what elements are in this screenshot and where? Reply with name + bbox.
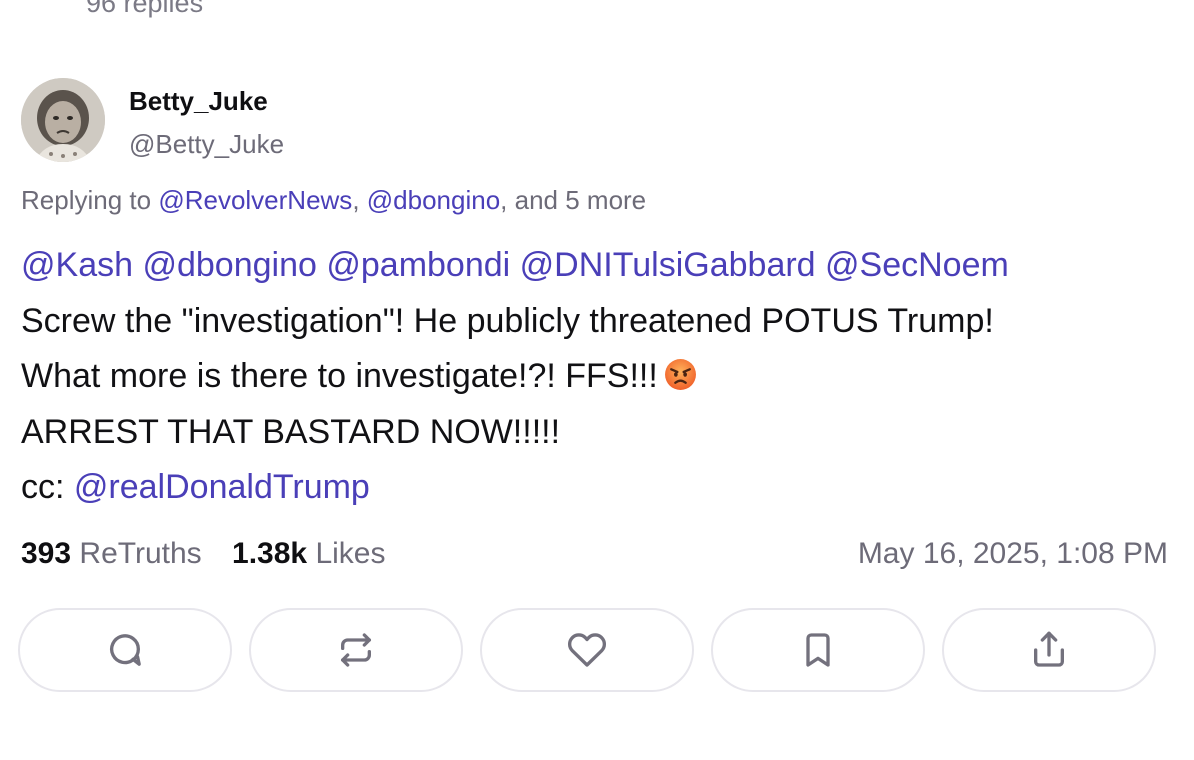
share-icon	[1034, 631, 1064, 667]
replying-to-more[interactable]: , and 5 more	[500, 185, 646, 215]
bookmark-button[interactable]	[711, 608, 925, 692]
mention-link[interactable]: @dbongino	[142, 246, 316, 284]
mention-link[interactable]: @RevolverNews	[158, 185, 352, 215]
replying-to-prefix: Replying to	[21, 185, 152, 215]
avatar[interactable]	[21, 78, 105, 162]
cc-label: cc:	[21, 468, 74, 506]
like-button[interactable]	[480, 608, 694, 692]
mention-link[interactable]: @Kash	[21, 246, 133, 284]
display-name[interactable]: Betty_Juke	[129, 86, 268, 117]
retruths-stat[interactable]: 393 ReTruths	[21, 537, 210, 570]
post-text-line: What more is there to investigate!?! FFS…	[21, 349, 1171, 405]
retruths-count: 393	[21, 537, 72, 570]
post-text-line: ARREST THAT BASTARD NOW!!!!!	[21, 412, 561, 451]
share-button[interactable]	[942, 608, 1156, 692]
post-body: @Kash @dbongino @pambondi @DNITulsiGabba…	[21, 238, 1171, 516]
post-stats: 393 ReTruths 1.38k Likes	[21, 537, 407, 571]
mention-link[interactable]: @SecNoem	[825, 246, 1009, 284]
mention-link[interactable]: @dbongino	[367, 185, 500, 215]
retruth-icon	[341, 633, 371, 667]
action-bar	[18, 608, 1156, 692]
post-text: What more is there to investigate!?! FFS…	[21, 357, 658, 395]
reply-button[interactable]	[18, 608, 232, 692]
mention-link[interactable]: @DNITulsiGabbard	[520, 246, 816, 284]
bookmark-icon	[806, 633, 830, 667]
replying-to: Replying to @RevolverNews, @dbongino, an…	[21, 185, 646, 216]
avatar-photo	[21, 78, 105, 162]
likes-stat[interactable]: 1.38k Likes	[232, 537, 385, 570]
post-mentions-line: @Kash @dbongino @pambondi @DNITulsiGabba…	[21, 238, 1171, 294]
user-handle[interactable]: @Betty_Juke	[129, 129, 284, 160]
post-text-line: Screw the "investigation"! He publicly t…	[21, 301, 994, 340]
mention-link[interactable]: @pambondi	[326, 246, 510, 284]
retruth-button[interactable]	[249, 608, 463, 692]
retruths-label: ReTruths	[79, 537, 202, 570]
likes-count: 1.38k	[232, 537, 308, 570]
mention-link[interactable]: @realDonaldTrump	[74, 468, 370, 506]
reply-icon	[110, 634, 141, 666]
heart-icon	[567, 633, 607, 667]
angry-face-emoji-icon	[664, 359, 696, 390]
post-timestamp: May 16, 2025, 1:08 PM	[857, 537, 1168, 570]
replying-to-separator: ,	[352, 185, 360, 215]
post-cc-line: cc: @realDonaldTrump	[21, 460, 1171, 516]
likes-label: Likes	[315, 537, 386, 570]
replies-count[interactable]: 96 replies	[86, 0, 203, 19]
